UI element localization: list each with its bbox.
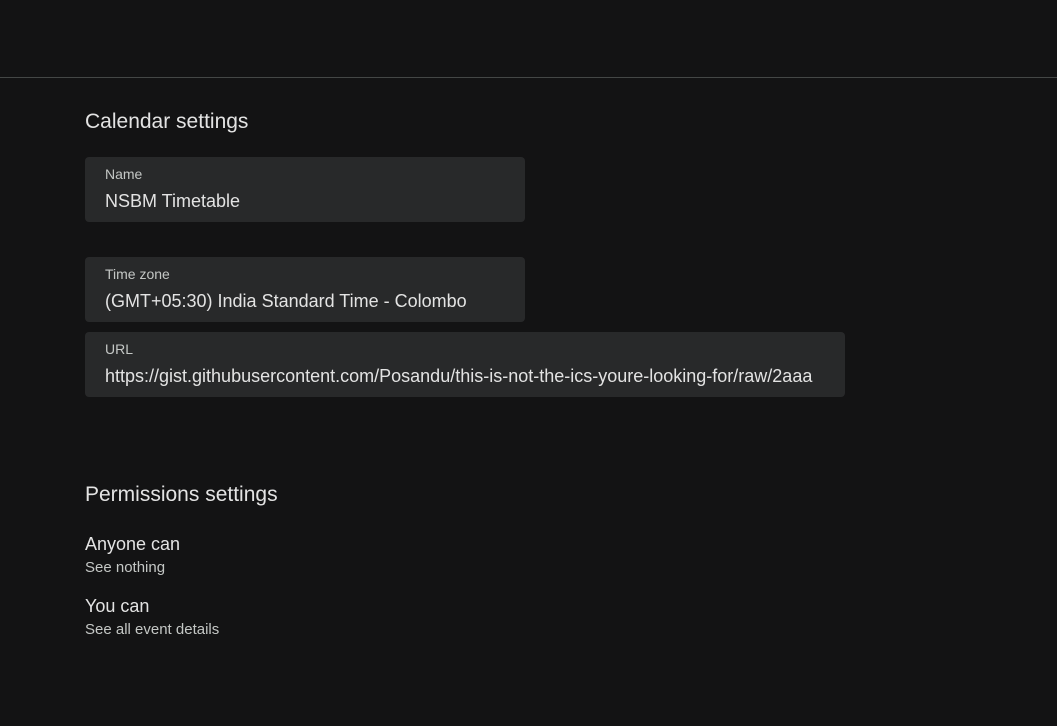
url-field[interactable]: URL https://gist.githubusercontent.com/P… [85, 332, 845, 397]
name-field-label: Name [105, 166, 143, 182]
anyone-can-value: See nothing [85, 559, 166, 576]
url-field-label: URL [105, 341, 134, 357]
you-can-heading: You can [85, 596, 150, 616]
you-can-value: See all event details [85, 621, 220, 638]
anyone-can-heading: Anyone can [85, 534, 181, 554]
top-app-bar [0, 0, 1057, 78]
calendar-settings-title: Calendar settings [85, 110, 249, 133]
timezone-field-label: Time zone [105, 266, 170, 282]
name-field[interactable]: Name NSBM Timetable [85, 157, 525, 222]
permissions-settings-title: Permissions settings [85, 483, 278, 506]
name-field-value[interactable]: NSBM Timetable [105, 190, 505, 212]
url-field-value[interactable]: https://gist.githubusercontent.com/Posan… [105, 365, 825, 387]
timezone-field[interactable]: Time zone (GMT+05:30) India Standard Tim… [85, 257, 525, 322]
timezone-field-value[interactable]: (GMT+05:30) India Standard Time - Colomb… [105, 290, 505, 312]
